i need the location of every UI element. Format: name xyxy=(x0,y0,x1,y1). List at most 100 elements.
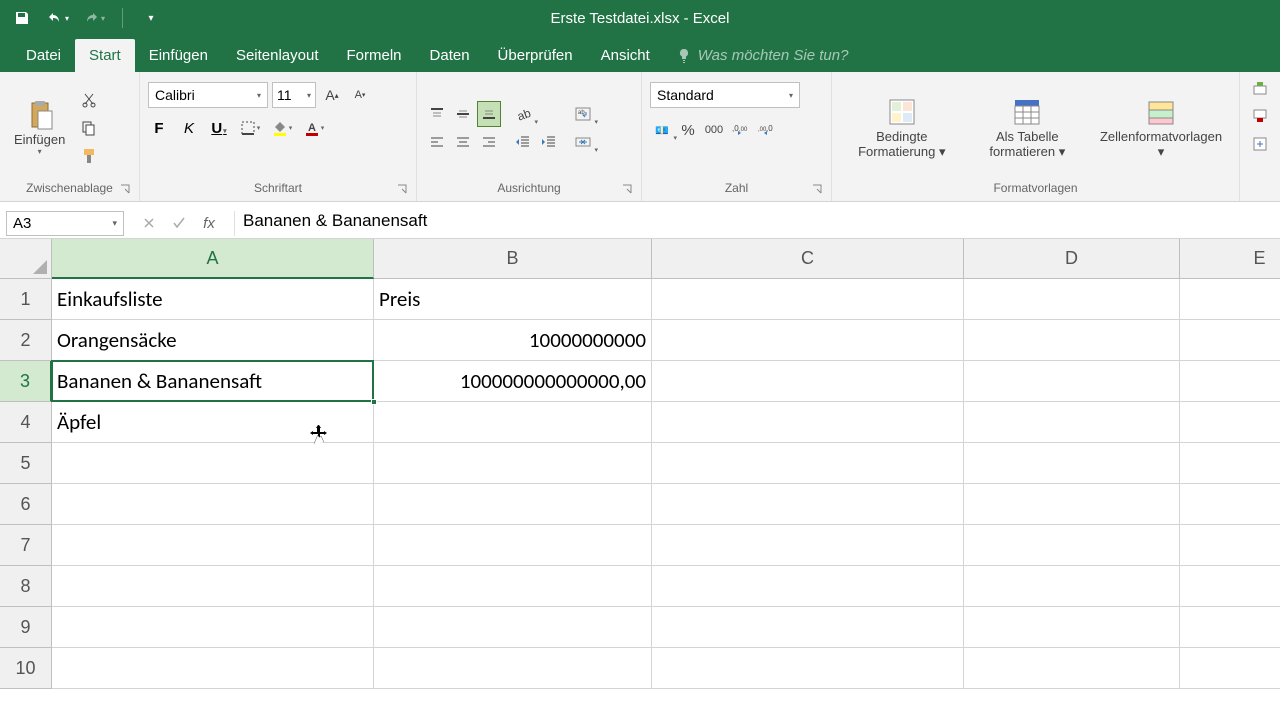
cell-B7[interactable] xyxy=(374,525,652,566)
cell-A2[interactable]: Orangensäcke xyxy=(52,320,374,361)
align-top-button[interactable] xyxy=(425,101,449,127)
undo-button[interactable]: ▾ xyxy=(46,6,70,30)
font-launcher[interactable] xyxy=(396,183,408,195)
merge-button[interactable] xyxy=(571,130,595,154)
cell-B10[interactable] xyxy=(374,648,652,689)
delete-cells-icon[interactable] xyxy=(1248,104,1272,128)
cell-E10[interactable] xyxy=(1180,648,1280,689)
cell-D7[interactable] xyxy=(964,525,1180,566)
cell-E2[interactable] xyxy=(1180,320,1280,361)
fill-color-button[interactable]: ▾ xyxy=(270,116,294,140)
cut-button[interactable] xyxy=(77,88,101,112)
cell-A7[interactable] xyxy=(52,525,374,566)
align-middle-button[interactable] xyxy=(451,101,475,127)
font-color-button[interactable]: A▾ xyxy=(302,116,326,140)
cell-A9[interactable] xyxy=(52,607,374,648)
cell-A1[interactable]: Einkaufsliste xyxy=(52,279,374,320)
row-header-6[interactable]: 6 xyxy=(0,484,52,525)
tab-insert[interactable]: Einfügen xyxy=(135,39,222,72)
row-header-8[interactable]: 8 xyxy=(0,566,52,607)
cell-B6[interactable] xyxy=(374,484,652,525)
column-header-D[interactable]: D xyxy=(964,239,1180,279)
cancel-formula-button[interactable] xyxy=(138,212,160,234)
tab-review[interactable]: Überprüfen xyxy=(484,39,587,72)
cell-C3[interactable] xyxy=(652,361,964,402)
cell-C7[interactable] xyxy=(652,525,964,566)
cell-E5[interactable] xyxy=(1180,443,1280,484)
decrease-font-button[interactable]: A▾ xyxy=(348,83,372,107)
cell-C9[interactable] xyxy=(652,607,964,648)
save-icon[interactable] xyxy=(10,6,34,30)
insert-function-button[interactable]: fx xyxy=(198,212,220,234)
copy-button[interactable] xyxy=(77,116,101,140)
cell-B1[interactable]: Preis xyxy=(374,279,652,320)
format-painter-button[interactable] xyxy=(77,144,101,168)
number-launcher[interactable] xyxy=(811,183,823,195)
cell-D10[interactable] xyxy=(964,648,1180,689)
conditional-format-button[interactable]: Bedingte Formatierung ▾ xyxy=(840,92,964,163)
align-launcher[interactable] xyxy=(621,183,633,195)
font-size-select[interactable]: 11▾ xyxy=(272,82,316,108)
align-bottom-button[interactable] xyxy=(477,101,501,127)
cell-A8[interactable] xyxy=(52,566,374,607)
font-name-select[interactable]: Calibri▾ xyxy=(148,82,268,108)
redo-button[interactable]: ▾ xyxy=(82,6,106,30)
cell-D8[interactable] xyxy=(964,566,1180,607)
comma-format-button[interactable]: 000 xyxy=(702,118,726,142)
column-header-A[interactable]: A xyxy=(52,239,374,279)
cell-C10[interactable] xyxy=(652,648,964,689)
cell-D4[interactable] xyxy=(964,402,1180,443)
cell-B2[interactable]: 10000000000 xyxy=(374,320,652,361)
column-header-E[interactable]: E xyxy=(1180,239,1280,279)
paste-button[interactable]: Einfügen ▾ xyxy=(8,95,71,160)
cell-styles-button[interactable]: Zellenformatvorlagen ▾ xyxy=(1091,92,1231,163)
cell-C4[interactable] xyxy=(652,402,964,443)
tab-data[interactable]: Daten xyxy=(416,39,484,72)
cell-B9[interactable] xyxy=(374,607,652,648)
cell-C6[interactable] xyxy=(652,484,964,525)
select-all-corner[interactable] xyxy=(0,239,52,279)
decrease-indent-button[interactable] xyxy=(511,130,535,154)
tell-me-search[interactable]: Was möchten Sie tun? xyxy=(664,39,861,72)
tab-start[interactable]: Start xyxy=(75,39,135,72)
align-left-button[interactable] xyxy=(425,129,449,155)
accounting-format-button[interactable]: 💶 xyxy=(650,118,674,142)
row-header-10[interactable]: 10 xyxy=(0,648,52,689)
percent-format-button[interactable]: % xyxy=(676,118,700,142)
formula-input[interactable]: Bananen & Bananensaft xyxy=(234,211,1280,236)
increase-font-button[interactable]: A▴ xyxy=(320,83,344,107)
orientation-button[interactable]: ab xyxy=(511,102,535,126)
row-header-4[interactable]: 4 xyxy=(0,402,52,443)
cell-B3[interactable]: 100000000000000,00 xyxy=(374,361,652,402)
cell-E1[interactable] xyxy=(1180,279,1280,320)
row-header-5[interactable]: 5 xyxy=(0,443,52,484)
tab-view[interactable]: Ansicht xyxy=(587,39,664,72)
cell-C5[interactable] xyxy=(652,443,964,484)
fill-handle[interactable] xyxy=(371,399,377,405)
row-header-3[interactable]: 3 xyxy=(0,361,52,402)
cell-C1[interactable] xyxy=(652,279,964,320)
format-as-table-button[interactable]: Als Tabelle formatieren ▾ xyxy=(966,92,1089,163)
qat-customize-icon[interactable]: ▾ xyxy=(139,6,163,30)
increase-indent-button[interactable] xyxy=(537,130,561,154)
cell-B5[interactable] xyxy=(374,443,652,484)
cell-C2[interactable] xyxy=(652,320,964,361)
bold-button[interactable]: F xyxy=(148,120,170,137)
cell-E8[interactable] xyxy=(1180,566,1280,607)
border-button[interactable]: ▾ xyxy=(238,116,262,140)
underline-button[interactable]: U▾ xyxy=(208,120,230,137)
cell-B4[interactable] xyxy=(374,402,652,443)
cell-E9[interactable] xyxy=(1180,607,1280,648)
cell-D5[interactable] xyxy=(964,443,1180,484)
tab-formulas[interactable]: Formeln xyxy=(333,39,416,72)
tab-page-layout[interactable]: Seitenlayout xyxy=(222,39,333,72)
cell-D9[interactable] xyxy=(964,607,1180,648)
decrease-decimal-button[interactable]: ,00,0 xyxy=(754,118,778,142)
number-format-select[interactable]: Standard▾ xyxy=(650,82,800,108)
row-header-2[interactable]: 2 xyxy=(0,320,52,361)
cell-A3[interactable]: Bananen & Bananensaft xyxy=(52,361,374,402)
align-center-button[interactable] xyxy=(451,129,475,155)
cell-B8[interactable] xyxy=(374,566,652,607)
cell-D3[interactable] xyxy=(964,361,1180,402)
column-header-B[interactable]: B xyxy=(374,239,652,279)
